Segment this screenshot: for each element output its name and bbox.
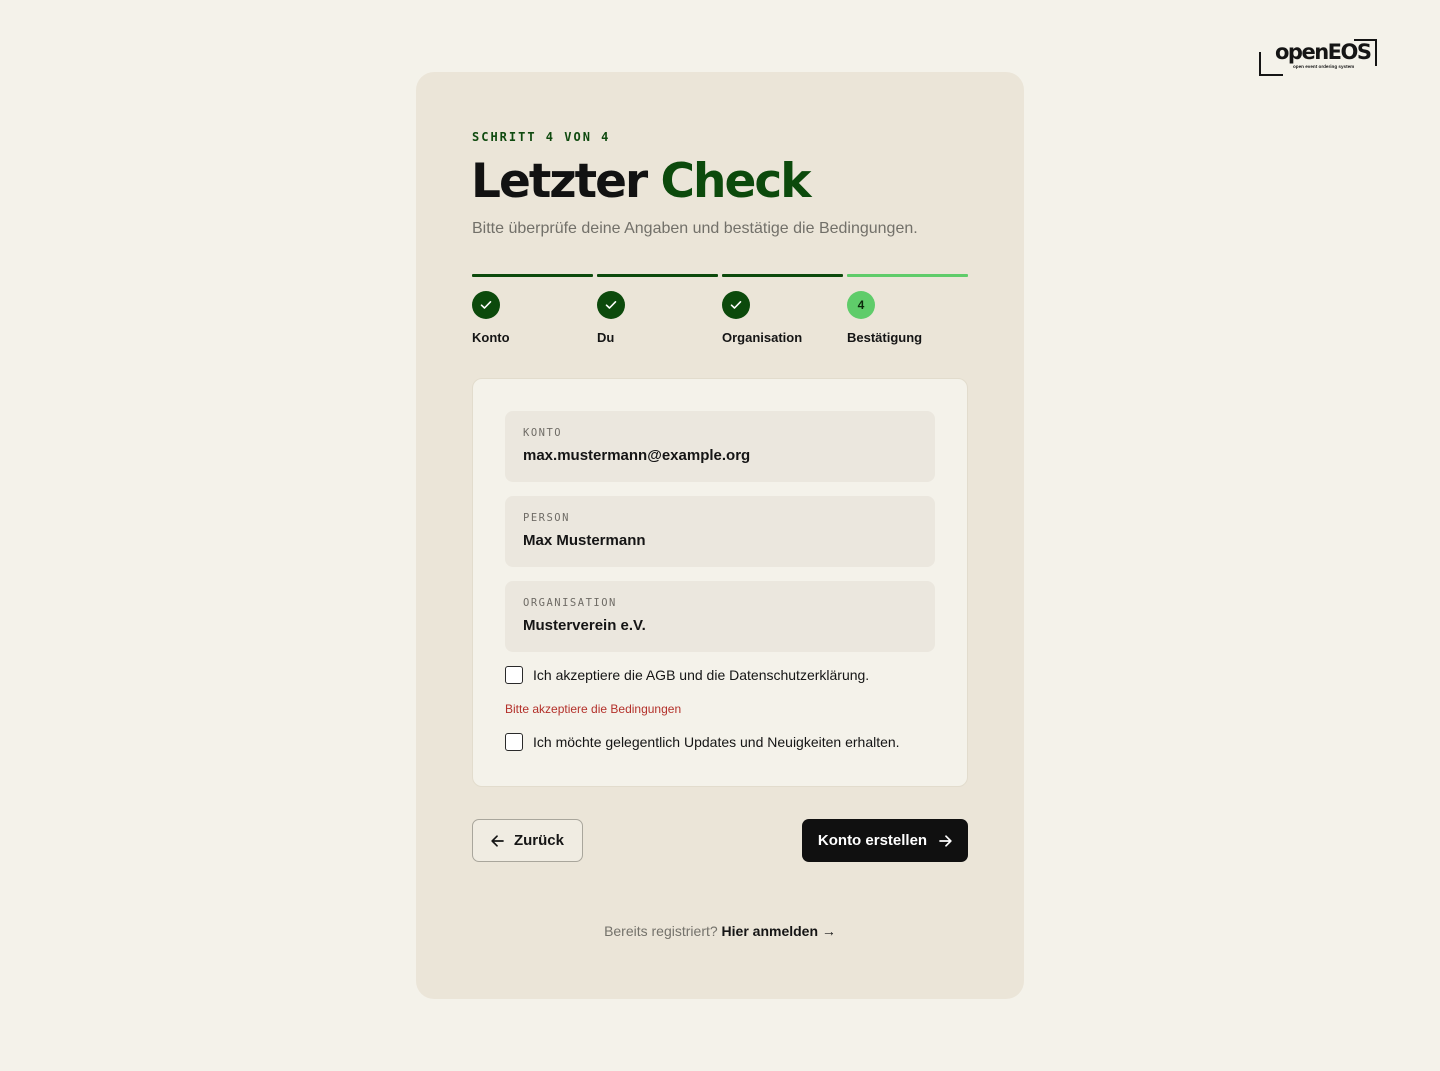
step-label: Konto [472,330,510,345]
step-label: Du [597,330,615,345]
openeos-logo: openEOS open event ordering system [1258,38,1380,78]
summary-org-value: Musterverein e.V. [523,617,646,634]
summary-organisation: ORGANISATION Musterverein e.V. [505,581,935,652]
stepper: Konto Du Organisation 4 Bestätigung [472,274,968,354]
step-progress-bar [847,274,968,277]
summary-account: KONTO max.mustermann@example.org [505,411,935,482]
step-konto: Konto [472,274,593,345]
back-button-label: Zurück [513,832,564,849]
create-account-button[interactable]: Konto erstellen [802,819,968,862]
step-progress-bar [597,274,718,277]
login-footer-text: Bereits registriert? [604,923,718,939]
summary-person-value: Max Mustermann [523,532,646,549]
step-progress-bar [722,274,843,277]
page-subtitle: Bitte überprüfe deine Angaben und bestät… [472,220,918,237]
login-footer: Bereits registriert? Hier anmelden → [416,923,1024,939]
terms-error-message: Bitte akzeptiere die Bedingungen [505,702,682,716]
summary-account-label: KONTO [523,427,563,439]
back-button[interactable]: Zurück [472,819,583,862]
newsletter-checkbox-label[interactable]: Ich möchte gelegentlich Updates und Neui… [533,734,900,750]
terms-checkbox-row[interactable]: Ich akzeptiere die AGB und die Datenschu… [505,666,869,684]
logo-tagline: open event ordering system [1293,64,1355,69]
logo-wordmark: openEOS [1275,40,1372,64]
arrow-left-icon [491,834,504,847]
create-account-button-label: Konto erstellen [817,832,928,849]
step-label: Organisation [722,330,803,345]
summary-account-value: max.mustermann@example.org [523,447,751,464]
newsletter-checkbox-row[interactable]: Ich möchte gelegentlich Updates und Neui… [505,733,900,751]
step-du: Du [597,274,718,345]
step-label: Bestätigung [847,330,923,345]
check-icon [472,291,500,319]
arrow-right-icon [939,834,952,847]
signup-card: SCHRITT 4 VON 4 Letzter Check Bitte über… [416,72,1024,999]
check-icon [597,291,625,319]
title-part-2: Check [660,154,812,209]
page-title: Letzter Check [471,154,812,210]
summary-org-label: ORGANISATION [523,597,617,609]
summary-panel: KONTO max.mustermann@example.org PERSON … [472,378,968,787]
step-number: 4 [847,291,875,319]
step-organisation: Organisation [722,274,843,345]
step-eyebrow: SCHRITT 4 VON 4 [472,130,611,144]
login-link[interactable]: Hier anmelden → [722,923,836,939]
terms-checkbox-label[interactable]: Ich akzeptiere die AGB und die Datenschu… [533,667,869,683]
step-bestaetigung: 4 Bestätigung [847,274,968,345]
title-part-1: Letzter [471,154,648,209]
terms-checkbox[interactable] [505,666,523,684]
check-icon [722,291,750,319]
step-progress-bar [472,274,593,277]
newsletter-checkbox[interactable] [505,733,523,751]
summary-person: PERSON Max Mustermann [505,496,935,567]
summary-person-label: PERSON [523,512,570,524]
